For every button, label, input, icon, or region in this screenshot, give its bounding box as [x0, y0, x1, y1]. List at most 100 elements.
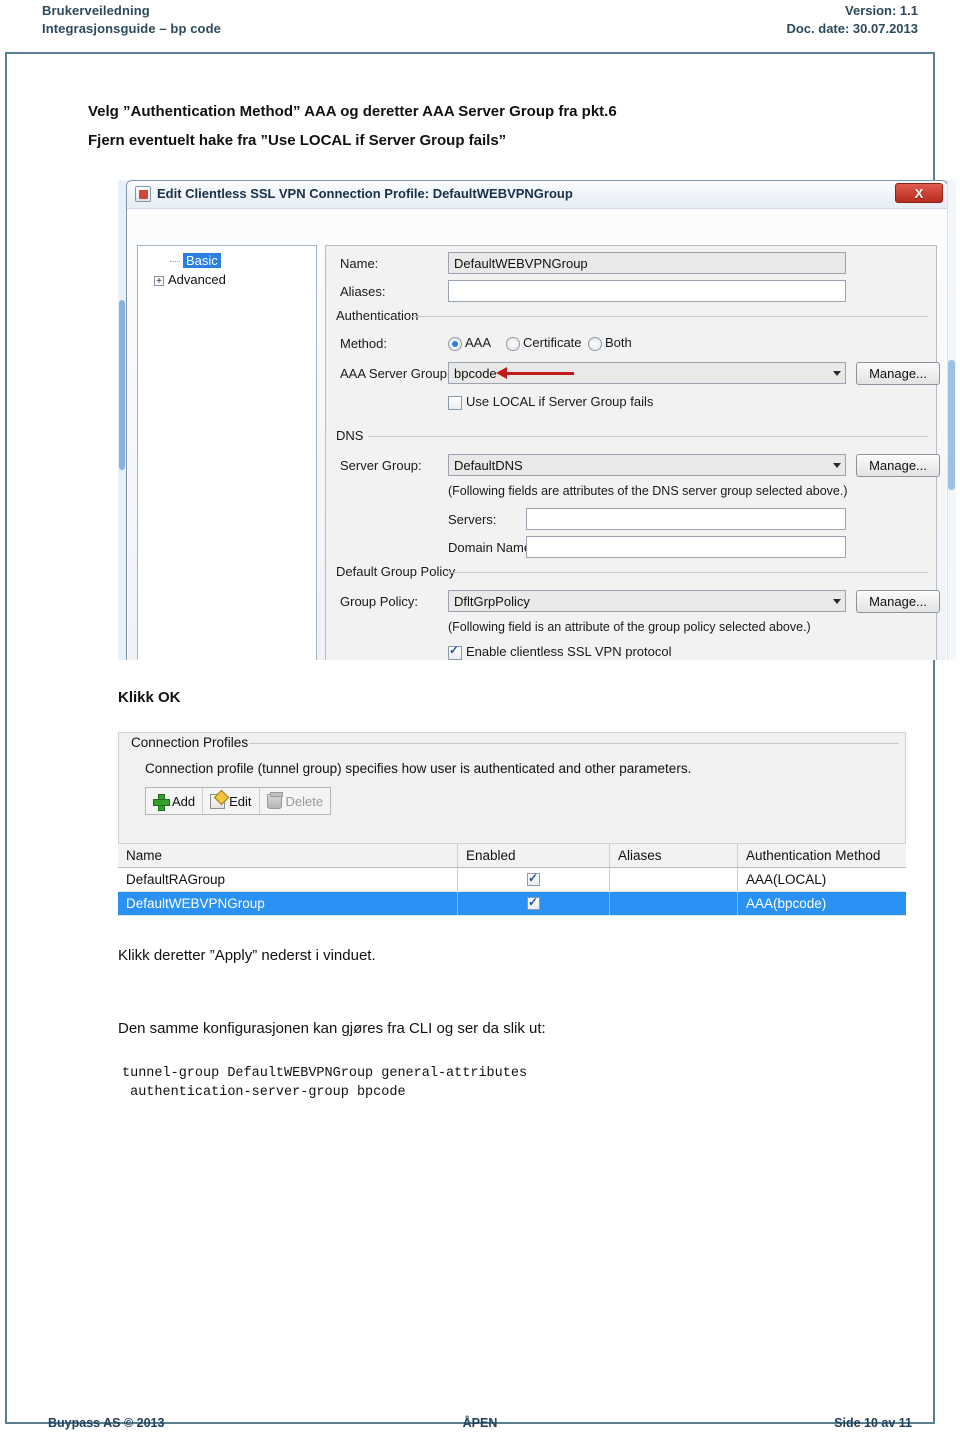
pencil-icon — [210, 793, 226, 809]
intro-line-2: Fjern eventuelt hake fra ”Use LOCAL if S… — [88, 132, 507, 149]
header-left-line1: Brukerveiledning — [42, 3, 150, 18]
plus-icon — [153, 793, 170, 811]
tree-line-icon — [170, 261, 180, 263]
cli-command-line-2: authentication-server-group bpcode — [122, 1085, 406, 1100]
dns-server-group-value: DefaultDNS — [454, 458, 523, 473]
cell-name: DefaultRAGroup — [118, 868, 458, 891]
klikk-ok-text: Klikk OK — [118, 689, 181, 706]
page-scrollbar-right-thumb[interactable] — [948, 360, 955, 490]
table-row[interactable]: DefaultWEBVPNGroup AAA(bpcode) — [118, 892, 906, 916]
dialog-titlebar: Edit Clientless SSL VPN Connection Profi… — [127, 181, 947, 209]
checkbox-icon[interactable] — [527, 871, 540, 886]
header-left-line2: Integrasjonsguide – bp code — [42, 21, 221, 36]
dns-servers-label: Servers: — [448, 512, 497, 527]
authentication-group-caption: Authentication — [332, 308, 423, 323]
red-annotation-arrow — [496, 367, 574, 379]
default-group-policy-caption: Default Group Policy — [332, 564, 460, 579]
intro-line-1: Velg ”Authentication Method” AAA og dere… — [88, 103, 617, 120]
cli-intro-text: Den samme konfigurasjonen kan gjøres fra… — [118, 1020, 546, 1037]
dialog-nav-tree[interactable]: Basic + Advanced — [137, 245, 317, 660]
klikk-apply-text: Klikk deretter ”Apply” nederst i vinduet… — [118, 947, 376, 964]
column-header-auth[interactable]: Authentication Method — [738, 844, 906, 867]
dialog-body: Basic + Advanced Name: DefaultWEBVPNGroup… — [127, 209, 947, 660]
group-policy-combobox[interactable]: DfltGrpPolicy — [448, 590, 846, 612]
cli-command-line-1: tunnel-group DefaultWEBVPNGroup general-… — [122, 1066, 528, 1081]
column-header-enabled[interactable]: Enabled — [458, 844, 610, 867]
page-scrollbar-left-track[interactable] — [118, 180, 126, 660]
chevron-down-icon[interactable] — [833, 463, 841, 468]
header-right-version: Version: 1.1 — [845, 3, 918, 18]
use-local-checkbox[interactable]: Use LOCAL if Server Group fails — [448, 394, 653, 410]
cell-auth-method: AAA(bpcode) — [746, 896, 827, 911]
chevron-down-icon[interactable] — [833, 371, 841, 376]
footer-page-number: Side 10 av 11 — [834, 1416, 912, 1430]
edit-button-label: Edit — [229, 793, 252, 809]
name-label: Name: — [340, 256, 379, 271]
dns-manage-button[interactable]: Manage... — [856, 454, 940, 477]
expand-plus-icon[interactable]: + — [154, 275, 164, 286]
document-header: Brukerveiledning Integrasjonsguide – bp … — [0, 0, 960, 46]
add-button[interactable]: Add — [146, 788, 204, 814]
radio-both[interactable]: Both — [588, 335, 632, 351]
cell-auth-method: AAA(LOCAL) — [746, 872, 827, 887]
aaa-server-group-value: bpcode — [454, 366, 497, 381]
column-header-name[interactable]: Name — [118, 844, 458, 867]
connection-profiles-divider — [249, 743, 899, 744]
page-scrollbar-left-thumb[interactable] — [119, 300, 125, 470]
dns-group-divider — [368, 436, 928, 437]
asdm-app-icon — [135, 186, 151, 202]
add-button-label: Add — [172, 793, 196, 809]
chevron-down-icon[interactable] — [833, 599, 841, 604]
checkbox-icon[interactable] — [527, 895, 540, 910]
document-footer: Buypass AS © 2013 ÅPEN Side 10 av 11 — [0, 1416, 960, 1440]
cell-enabled[interactable] — [458, 868, 610, 891]
aaa-manage-button[interactable]: Manage... — [856, 362, 940, 385]
aaa-server-group-label: AAA Server Group: — [340, 366, 451, 381]
default-group-policy-divider — [448, 572, 928, 573]
dns-group-caption: DNS — [332, 428, 368, 443]
header-right-docdate: Doc. date: 30.07.2013 — [786, 21, 918, 36]
footer-copyright: Buypass AS © 2013 — [48, 1416, 165, 1430]
group-policy-note: (Following field is an attribute of the … — [448, 620, 811, 634]
close-icon[interactable]: X — [895, 183, 943, 203]
connection-profiles-screenshot: Connection Profiles Connection profile (… — [118, 732, 906, 916]
tree-item-basic[interactable]: Basic — [170, 252, 348, 269]
tree-item-basic-label: Basic — [183, 253, 221, 268]
connection-profiles-description: Connection profile (tunnel group) specif… — [145, 761, 692, 776]
dns-note: (Following fields are attributes of the … — [448, 484, 848, 498]
group-policy-manage-button[interactable]: Manage... — [856, 590, 940, 613]
cell-aliases — [610, 892, 738, 915]
aliases-input[interactable] — [448, 280, 846, 302]
delete-button[interactable]: Delete — [260, 788, 331, 814]
name-input[interactable]: DefaultWEBVPNGroup — [448, 252, 846, 274]
method-label: Method: — [340, 336, 387, 351]
dns-servers-input[interactable] — [526, 508, 846, 530]
column-header-aliases[interactable]: Aliases — [610, 844, 738, 867]
group-policy-value: DfltGrpPolicy — [454, 594, 530, 609]
dns-server-group-combobox[interactable]: DefaultDNS — [448, 454, 846, 476]
aliases-label: Aliases: — [340, 284, 386, 299]
radio-certificate[interactable]: Certificate — [506, 335, 582, 351]
trash-icon — [266, 791, 283, 809]
connection-profiles-panel: Connection Profiles Connection profile (… — [118, 732, 906, 844]
dns-domain-label: Domain Name: — [448, 540, 535, 555]
dialog-title: Edit Clientless SSL VPN Connection Profi… — [157, 186, 573, 201]
asdm-edit-connection-profile-screenshot: Edit Clientless SSL VPN Connection Profi… — [118, 180, 956, 660]
page-scrollbar-right-track[interactable] — [947, 180, 956, 660]
radio-aaa[interactable]: AAA — [448, 335, 491, 351]
tree-item-advanced-label: Advanced — [168, 272, 226, 287]
enable-clientless-ssl-vpn-checkbox[interactable]: Enable clientless SSL VPN protocol — [448, 643, 671, 660]
edit-button[interactable]: Edit — [203, 788, 260, 814]
table-header-row: Name Enabled Aliases Authentication Meth… — [118, 844, 906, 868]
edit-connection-profile-dialog: Edit Clientless SSL VPN Connection Profi… — [126, 180, 948, 660]
table-row[interactable]: DefaultRAGroup AAA(LOCAL) — [118, 868, 906, 892]
tree-item-advanced[interactable]: + Advanced — [154, 271, 332, 288]
connection-profiles-caption: Connection Profiles — [127, 735, 253, 750]
connection-profiles-toolbar: Add Edit Delete — [145, 787, 332, 815]
dialog-content-panel: Name: DefaultWEBVPNGroup Aliases: Authen… — [325, 245, 940, 660]
dns-domain-input[interactable] — [526, 536, 846, 558]
connection-profiles-table: Name Enabled Aliases Authentication Meth… — [118, 844, 906, 916]
cell-enabled[interactable] — [458, 892, 610, 915]
delete-button-label: Delete — [285, 793, 324, 809]
cell-aliases — [610, 868, 738, 891]
